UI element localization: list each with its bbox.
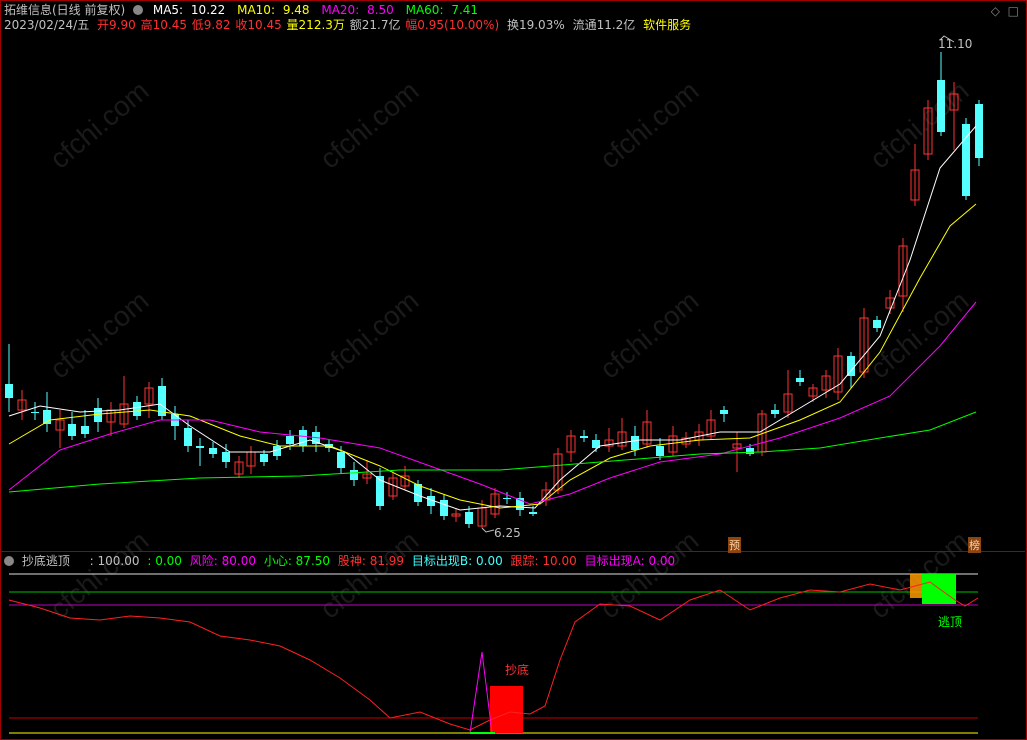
indicator-track: 跟踪: 10.00 (510, 554, 577, 568)
indicator-settings-icon[interactable] (4, 556, 14, 566)
candle-body (209, 448, 217, 454)
indicator-value-2: : 0.00 (147, 554, 182, 568)
watermark-text: cfchi.com (594, 285, 705, 385)
candle-body (847, 356, 855, 376)
ma60-line (8, 411, 977, 493)
candle-body (631, 436, 639, 450)
candle-body (133, 402, 141, 416)
candle-body (260, 454, 268, 462)
candle-body (5, 384, 13, 398)
watermark-text: cfchi.com (44, 525, 155, 625)
panel-divider (0, 551, 1025, 552)
watermark-text: cfchi.com (594, 525, 705, 625)
high-price-label: 11.10 (938, 37, 973, 51)
candle-body (440, 500, 448, 516)
candle-body (465, 512, 473, 524)
low-price-label: 6.25 (494, 526, 521, 540)
candle-body (771, 410, 779, 414)
candle-body (975, 104, 983, 158)
watermark-text: cfchi.com (864, 75, 975, 175)
candle-body (529, 512, 537, 514)
watermark-text: cfchi.com (594, 75, 705, 175)
candle-body (299, 430, 307, 446)
indicator-value-1: : 100.00 (89, 554, 140, 568)
indicator-name[interactable]: 抄底逃顶 (22, 554, 70, 568)
watermark-text: cfchi.com (314, 525, 425, 625)
candle-body (937, 80, 945, 132)
indicator-target-a: 目标出现A: 0.00 (584, 554, 676, 568)
indicator-target-b: 目标出现B: 0.00 (411, 554, 503, 568)
candle-body (31, 412, 39, 413)
indicator-bar: 抄底逃顶 : 100.00 : 0.00 风险: 80.00 小心: 87.50… (4, 553, 679, 569)
sell-signal-label: 逃顶 (938, 615, 963, 629)
watermark-text: cfchi.com (314, 285, 425, 385)
ma10-line (8, 203, 977, 509)
price-chart[interactable]: cfchi.com cfchi.com cfchi.com cfchi.com cfch… (0, 0, 1027, 740)
indicator-risk: 风险: 80.00 (189, 554, 256, 568)
buy-signal-label: 抄底 (505, 663, 530, 677)
ma5-line (8, 125, 977, 511)
candle-body (720, 410, 728, 414)
ma20-line (8, 301, 977, 505)
candle-body (286, 436, 294, 444)
yu-marker[interactable]: 预 (728, 537, 741, 553)
indicator-caution: 小心: 87.50 (263, 554, 331, 568)
watermark-text: cfchi.com (44, 285, 155, 385)
candle-body (222, 452, 230, 462)
low-pointer (481, 527, 495, 533)
bang-marker[interactable]: 榜 (968, 537, 981, 553)
candle-body (656, 446, 664, 456)
candle-body (196, 446, 204, 448)
candle-body (68, 424, 76, 436)
candle-body (580, 436, 588, 438)
watermark-text: cfchi.com (314, 75, 425, 175)
indicator-godstock: 股神: 81.99 (337, 554, 405, 568)
candle-body (350, 470, 358, 480)
candle-body (337, 452, 345, 468)
candle-body (184, 428, 192, 446)
buy-signal-block (490, 686, 523, 733)
candle-body (873, 320, 881, 328)
candle-body (746, 448, 754, 454)
watermark-text: cfchi.com (44, 75, 155, 175)
candle-body (503, 498, 511, 499)
candle-body (81, 426, 89, 434)
candle-body (796, 378, 804, 382)
